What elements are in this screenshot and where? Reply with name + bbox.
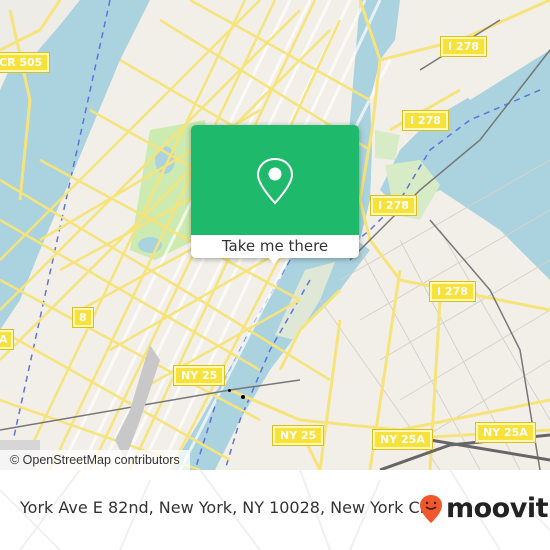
station-marker <box>228 389 231 392</box>
road-shield-i278: I 278 <box>440 36 487 57</box>
road-shield-i278: I 278 <box>370 195 417 216</box>
map-pin-icon <box>256 157 294 205</box>
footer: York Ave E 82nd, New York, NY 10028, New… <box>0 470 550 550</box>
road-shield-ny25a: NY 25A <box>475 422 536 443</box>
take-me-there-button[interactable]: Take me there <box>191 235 359 258</box>
road-shield-ny25a: NY 25A <box>372 429 433 450</box>
station-marker <box>241 395 245 399</box>
moovit-logo[interactable]: moovit <box>419 493 549 524</box>
address-text: York Ave E 82nd, New York, NY 10028, New… <box>20 498 440 517</box>
location-popup: Take me there <box>191 125 359 264</box>
road-shield-ny25: NY 25 <box>271 425 325 446</box>
road-shield-i278: I 278 <box>429 281 476 302</box>
moovit-wordmark: moovit <box>446 493 549 524</box>
road-shield-i278: I 278 <box>402 110 449 131</box>
popup-header <box>191 125 359 235</box>
road-shield-partial: A <box>0 329 14 350</box>
map-attribution[interactable]: © OpenStreetMap contributors <box>0 450 190 470</box>
popup-pointer <box>267 256 281 264</box>
road-shield-cr505: CR 505 <box>0 52 51 73</box>
map-view[interactable]: CR 505 I 278 I 278 I 278 I 278 8 NY 25 N… <box>0 0 550 470</box>
road-shield-route8: 8 <box>72 307 94 328</box>
road-shield-ny25: NY 25 <box>172 365 226 386</box>
moovit-pin-icon <box>420 495 442 523</box>
